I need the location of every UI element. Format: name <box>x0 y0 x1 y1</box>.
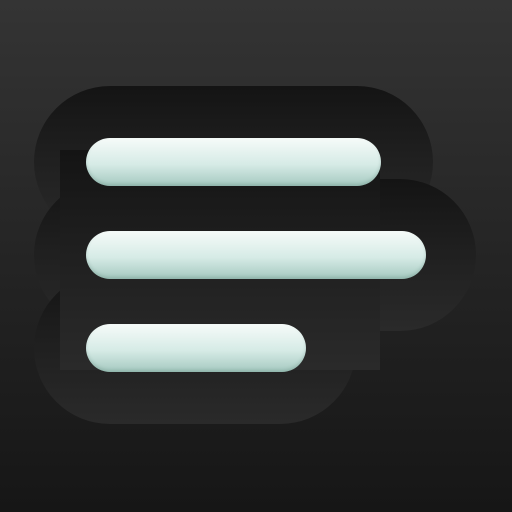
menu-bar-middle <box>86 231 426 279</box>
app-icon[interactable] <box>0 0 512 512</box>
menu-bar-top <box>86 138 381 186</box>
menu-bar-bottom <box>86 324 306 372</box>
